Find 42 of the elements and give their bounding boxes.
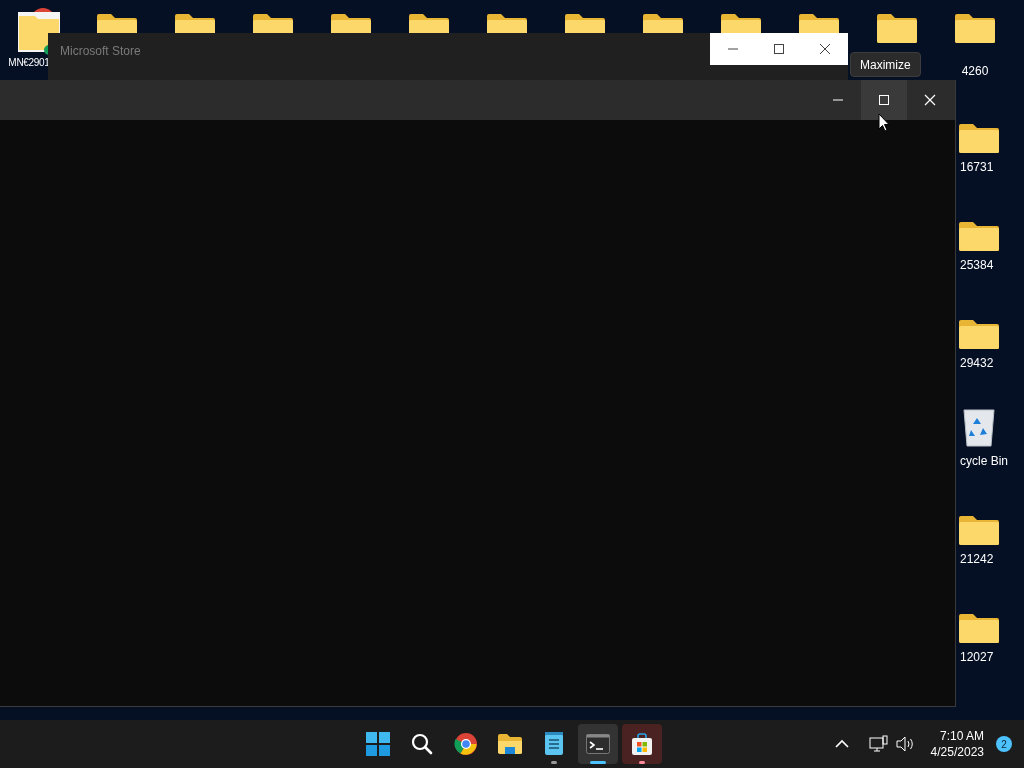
store-bag-icon — [630, 732, 654, 756]
volume-icon[interactable] — [894, 735, 915, 753]
folder-icon — [497, 733, 523, 755]
folder-icon — [953, 12, 997, 44]
taskbar-app[interactable] — [622, 724, 662, 764]
icon-label: 25384 — [960, 257, 994, 274]
mouse-cursor — [878, 113, 890, 132]
folder-icon — [875, 12, 919, 44]
icon-label: 4260 — [961, 63, 989, 80]
running-indicator — [551, 761, 557, 764]
icon-label: MN€2901 — [8, 56, 50, 70]
time-text: 7:10 AM — [939, 728, 984, 744]
clock[interactable]: 7:10 AM 4/25/2023 — [930, 728, 984, 760]
icon-label: cycle Bin — [960, 453, 1009, 470]
taskbar-app[interactable] — [578, 724, 618, 764]
folder-icon — [957, 318, 1001, 350]
notepad-icon — [544, 732, 564, 756]
chrome-logo-icon — [454, 732, 478, 756]
folder-icon — [957, 122, 1001, 154]
network-icon[interactable] — [868, 735, 889, 753]
icon-label: 12027 — [960, 649, 994, 666]
folder-icon — [957, 220, 1001, 252]
maximize-button[interactable] — [861, 80, 907, 120]
running-indicator — [639, 761, 645, 764]
notification-badge[interactable]: 2 — [996, 736, 1012, 752]
windows-logo-icon — [366, 732, 390, 756]
folder-icon — [957, 612, 1001, 644]
icon-label: 29432 — [960, 355, 994, 372]
chevron-up-icon[interactable] — [834, 739, 849, 749]
terminal-icon — [586, 734, 610, 754]
icon-label: 16731 — [960, 159, 994, 176]
search-icon — [410, 732, 434, 756]
close-icon — [820, 44, 830, 54]
maximize-icon — [878, 94, 890, 106]
maximize-icon — [774, 44, 784, 54]
close-icon — [924, 94, 936, 106]
icon-label: 21242 — [960, 551, 994, 568]
window-title: Microsoft Store — [60, 43, 141, 60]
running-indicator — [590, 761, 606, 764]
tooltip: Maximize — [850, 52, 921, 77]
folder-icon — [957, 514, 1001, 546]
date-text: 4/25/2023 — [930, 744, 984, 760]
